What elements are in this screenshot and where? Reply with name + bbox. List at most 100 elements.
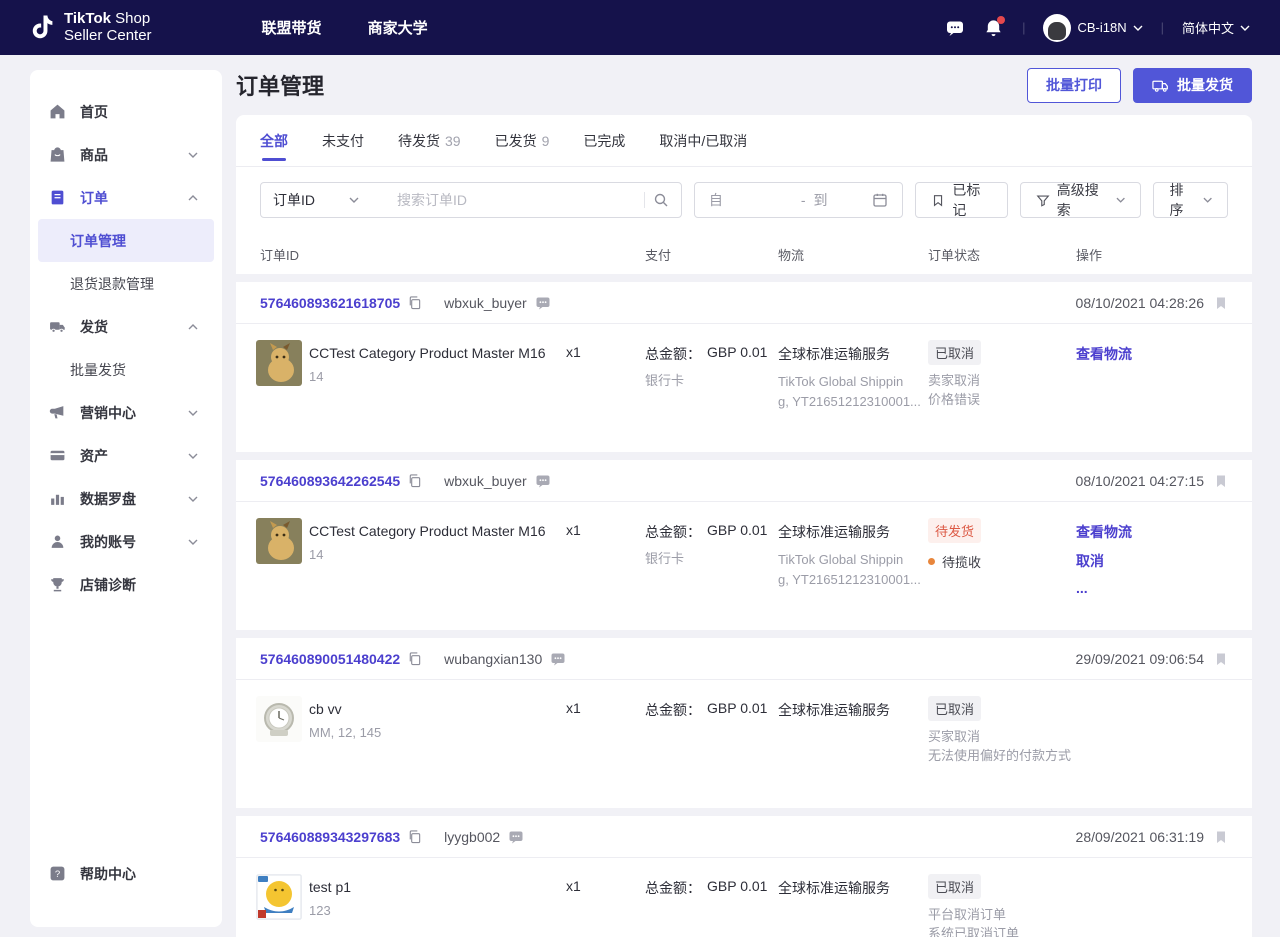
buyer-name: wbxuk_buyer: [444, 294, 527, 311]
product-image[interactable]: [256, 696, 302, 742]
search-type-select[interactable]: 订单ID: [273, 190, 389, 210]
search-icon[interactable]: [653, 192, 669, 208]
tab-completed[interactable]: 已完成: [583, 115, 625, 167]
sidebar-item-help-center[interactable]: ? 帮助中心: [30, 852, 222, 895]
truck-icon: [50, 322, 65, 333]
chevron-down-icon: [188, 152, 198, 158]
tab-shipped[interactable]: 已发货 9: [495, 115, 550, 167]
chevron-down-icon: [349, 197, 359, 203]
nav-academy[interactable]: 商家大学: [368, 17, 428, 38]
messages-icon[interactable]: [944, 17, 966, 39]
sidebar-item-shop-health[interactable]: 店铺诊断: [30, 563, 222, 606]
product-name[interactable]: CCTest Category Product Master M16 14: [309, 344, 559, 386]
divider: |: [1160, 20, 1164, 35]
order-card: 576460893621618705 wbxuk_buyer 08/10/202…: [236, 282, 1252, 452]
chat-icon[interactable]: [550, 651, 566, 667]
copy-icon[interactable]: [407, 829, 422, 844]
language-selector[interactable]: 简体中文: [1182, 18, 1250, 37]
divider: |: [1022, 20, 1026, 35]
bulk-print-button[interactable]: 批量打印: [1027, 67, 1121, 103]
bookmark-icon[interactable]: [1214, 296, 1228, 310]
search-input[interactable]: [397, 192, 636, 208]
column-status: 订单状态: [928, 247, 981, 263]
amount-value: GBP 0.01: [707, 522, 768, 538]
product-name[interactable]: test p1 123: [309, 878, 559, 920]
bulk-ship-button[interactable]: 批量发货: [1133, 67, 1252, 103]
chat-icon[interactable]: [535, 473, 551, 489]
order-time: 08/10/2021 04:28:26: [1075, 294, 1204, 311]
notifications-bell-icon[interactable]: [982, 15, 1006, 39]
view-logistics-link[interactable]: 查看物流: [1076, 344, 1132, 364]
sidebar-item-assets[interactable]: 资产: [30, 434, 222, 477]
sidebar-item-orders[interactable]: 订单: [30, 176, 222, 219]
order-id-link[interactable]: 576460893621618705: [260, 295, 400, 311]
bookmark-icon[interactable]: [1214, 652, 1228, 666]
copy-icon[interactable]: [407, 473, 422, 488]
tab-all[interactable]: 全部: [260, 115, 288, 167]
order-tabs: 全部 未支付 待发货 39 已发货 9 已完成 取消中/已取消: [236, 115, 1252, 167]
bar-chart-icon: [51, 494, 64, 505]
payment-method: 银行卡: [645, 373, 685, 388]
sidebar-item-order-management[interactable]: 订单管理: [38, 219, 214, 262]
date-range-picker[interactable]: 自 - 到: [693, 182, 904, 218]
amount-value: GBP 0.01: [707, 700, 768, 716]
sidebar-item-my-account[interactable]: 我的账号: [30, 520, 222, 563]
view-logistics-link[interactable]: 查看物流: [1076, 522, 1132, 542]
sidebar-item-shipping[interactable]: 发货: [30, 305, 222, 348]
nav-affiliate[interactable]: 联盟带货: [262, 17, 322, 38]
megaphone-icon: [49, 406, 64, 419]
chevron-down-icon: [188, 453, 198, 459]
advanced-search-button[interactable]: 高级搜索: [1019, 182, 1142, 218]
account-menu[interactable]: CB-i18N: [1043, 13, 1143, 42]
order-id-link[interactable]: 576460889343297683: [260, 829, 400, 845]
product-image[interactable]: [256, 874, 302, 920]
chevron-up-icon: [188, 323, 198, 329]
product-image[interactable]: [256, 518, 302, 564]
payment-info: 总金额： GBP 0.01: [645, 878, 768, 896]
column-logistics: 物流: [778, 247, 805, 263]
sidebar-item-products[interactable]: 商品: [30, 133, 222, 176]
table-header: 订单ID 支付 物流 订单状态 操作: [236, 234, 1252, 274]
product-image[interactable]: [256, 340, 302, 386]
order-status: 已取消 平台取消订单 系统已取消订单: [928, 874, 1073, 937]
status-badge: 已取消: [928, 696, 982, 721]
tab-to-ship[interactable]: 待发货 39: [398, 115, 461, 167]
sidebar-item-bulk-shipping[interactable]: 批量发货: [30, 348, 222, 391]
product-name[interactable]: cb vv MM, 12, 145: [309, 700, 559, 742]
sort-button[interactable]: 排序: [1153, 182, 1228, 218]
status-badge: 待发货: [928, 518, 982, 543]
sidebar-item-returns-refunds[interactable]: 退货退款管理: [30, 262, 222, 305]
filter-funnel-icon: [1036, 195, 1050, 207]
chevron-down-icon: [1240, 25, 1250, 31]
copy-icon[interactable]: [407, 651, 422, 666]
sidebar-item-home[interactable]: 首页: [30, 90, 222, 133]
logistics-info: 全球标准运输服务: [778, 880, 890, 896]
chat-icon[interactable]: [535, 295, 551, 311]
bookmark-icon[interactable]: [1214, 474, 1228, 488]
logo-text: TikTok Shop Seller Center: [64, 10, 152, 44]
copy-icon[interactable]: [407, 295, 422, 310]
order-id-link[interactable]: 576460890051480422: [260, 651, 400, 667]
bookmark-icon[interactable]: [1214, 830, 1228, 844]
sidebar-item-analytics[interactable]: 数据罗盘: [30, 477, 222, 520]
order-id-link[interactable]: 576460893642262545: [260, 473, 400, 489]
product-name[interactable]: CCTest Category Product Master M16 14: [309, 522, 559, 564]
account-name: CB-i18N: [1077, 20, 1127, 35]
payment-info: 总金额： GBP 0.01 银行卡: [645, 344, 768, 388]
page-title: 订单管理: [236, 74, 325, 99]
amount-value: GBP 0.01: [707, 878, 768, 894]
more-actions-link[interactable]: ...: [1076, 580, 1132, 596]
cancel-order-link[interactable]: 取消: [1076, 551, 1132, 571]
column-order-id: 订单ID: [260, 247, 300, 263]
product-variant: 14: [309, 368, 324, 384]
amount-value: GBP 0.01: [707, 344, 768, 360]
chat-icon[interactable]: [508, 829, 524, 845]
tiktok-shop-logo[interactable]: TikTok Shop Seller Center: [30, 10, 152, 44]
payment-method: 银行卡: [645, 551, 685, 566]
tab-cancelled[interactable]: 取消中/已取消: [659, 115, 747, 167]
marked-filter-button[interactable]: 已标记: [915, 182, 1008, 218]
calendar-icon: [873, 193, 887, 207]
tab-unpaid[interactable]: 未支付: [322, 115, 364, 167]
sidebar-item-marketing[interactable]: 营销中心: [30, 391, 222, 434]
quantity: x1: [566, 700, 581, 716]
